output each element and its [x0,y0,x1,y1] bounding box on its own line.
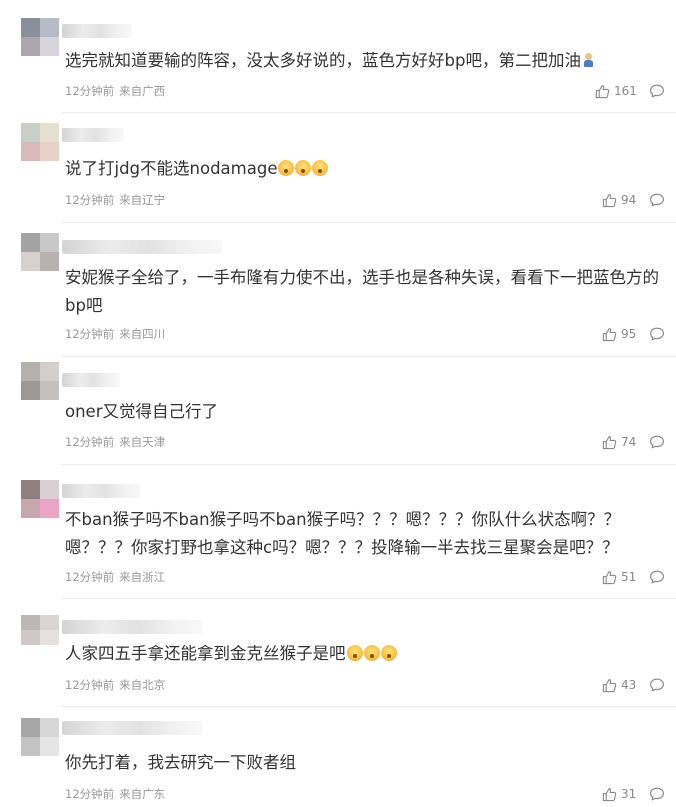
comment-location: 来自北京 [119,678,166,692]
comment-time: 12分钟前 [65,327,115,341]
comment-text: oner又觉得自己行了 [65,398,665,426]
comment-text-content: oner又觉得自己行了 [65,402,218,421]
avatar[interactable] [21,480,59,518]
like-button[interactable]: 43 [602,677,636,693]
comment-location: 来自广东 [119,787,166,801]
comment-time: 12分钟前 [65,787,115,801]
comment-meta: 12分钟前 来自广西 [65,84,165,98]
comment-bubble-icon[interactable] [649,434,665,450]
thumbs-up-icon [602,787,621,802]
person-emoji [583,52,594,68]
comment-text: 安妮猴子全给了，一手布隆有力使不出，选手也是各种失误，看看下一把蓝色方的bp吧 [65,264,665,320]
comment-text: 不ban猴子吗不ban猴子吗不ban猴子吗？？？嗯？？？你队什么状态啊？？嗯？？… [65,506,661,562]
comment-bubble-icon[interactable] [649,192,665,208]
like-count: 31 [621,787,637,801]
like-button[interactable]: 95 [602,326,636,342]
comment-bubble-icon[interactable] [649,677,665,693]
avatar[interactable] [21,18,59,56]
comment-time: 12分钟前 [65,570,115,584]
username[interactable] [62,24,132,38]
astonished-face-emoji [380,645,397,661]
divider [62,112,676,113]
like-count: 161 [614,84,637,98]
username[interactable] [62,721,202,735]
comment-meta: 12分钟前 来自天津 [65,435,165,449]
avatar[interactable] [21,615,59,645]
divider [62,598,676,599]
comment-meta: 12分钟前 来自辽宁 [65,193,165,207]
astonished-face-emoji [346,645,363,661]
like-count: 94 [621,193,637,207]
divider [62,706,676,707]
like-button[interactable]: 31 [602,786,636,802]
comment-time: 12分钟前 [65,84,115,98]
astonished-face-emoji [295,160,312,176]
username[interactable] [62,484,140,498]
like-count: 95 [621,327,637,341]
comment-bubble-icon[interactable] [649,83,665,99]
thumbs-up-icon [595,84,614,99]
username[interactable] [62,373,120,387]
thumbs-up-icon [602,678,621,693]
like-button[interactable]: 161 [595,83,637,99]
thumbs-up-icon [602,327,621,342]
username[interactable] [62,240,222,254]
astonished-face-emoji [278,160,295,176]
comment-time: 12分钟前 [65,678,115,692]
comment-text-content: 不ban猴子吗不ban猴子吗不ban猴子吗？？？嗯？？？你队什么状态啊？？嗯？？… [65,510,621,557]
like-count: 74 [621,435,637,449]
like-button[interactable]: 94 [602,192,636,208]
like-button[interactable]: 74 [602,434,636,450]
divider [62,222,676,223]
comment-meta: 12分钟前 来自浙江 [65,570,165,584]
comment-location: 来自四川 [119,327,166,341]
comment-bubble-icon[interactable] [649,326,665,342]
thumbs-up-icon [602,435,621,450]
thumbs-up-icon [602,570,621,585]
comment-text-content: 你先打着，我去研究一下败者组 [65,753,296,772]
comment-text-content: 安妮猴子全给了，一手布隆有力使不出，选手也是各种失误，看看下一把蓝色方的bp吧 [65,268,659,315]
like-count: 51 [621,570,637,584]
like-button[interactable]: 51 [602,569,636,585]
astonished-face-emoji [363,645,380,661]
comment-location: 来自天津 [119,435,166,449]
astonished-face-emoji [312,160,329,176]
comment-text: 说了打jdg不能选nodamage [65,155,665,183]
comment-text: 你先打着，我去研究一下败者组 [65,749,665,777]
divider [62,356,676,357]
comment-text-content: 选完就知道要输的阵容，没太多好说的，蓝色方好好bp吧，第二把加油 [65,51,581,70]
avatar[interactable] [21,718,59,756]
like-count: 43 [621,678,637,692]
comment-text-content: 人家四五手拿还能拿到金克丝猴子是吧 [65,644,346,663]
comment-bubble-icon[interactable] [649,786,665,802]
thumbs-up-icon [602,193,621,208]
avatar[interactable] [21,233,59,271]
comment-text: 人家四五手拿还能拿到金克丝猴子是吧 [65,640,665,668]
comment-bubble-icon[interactable] [649,569,665,585]
username[interactable] [62,620,202,634]
comment-meta: 12分钟前 来自北京 [65,678,165,692]
comment-text-content: 说了打jdg不能选nodamage [65,159,278,178]
comment-location: 来自浙江 [119,570,166,584]
comment-meta: 12分钟前 来自四川 [65,327,165,341]
comment-text: 选完就知道要输的阵容，没太多好说的，蓝色方好好bp吧，第二把加油 [65,47,665,75]
divider [62,464,676,465]
username[interactable] [62,128,124,142]
comment-location: 来自辽宁 [119,193,166,207]
comment-time: 12分钟前 [65,193,115,207]
comment-meta: 12分钟前 来自广东 [65,787,165,801]
comment-location: 来自广西 [119,84,166,98]
avatar[interactable] [21,123,59,161]
comment-time: 12分钟前 [65,435,115,449]
avatar[interactable] [21,362,59,400]
